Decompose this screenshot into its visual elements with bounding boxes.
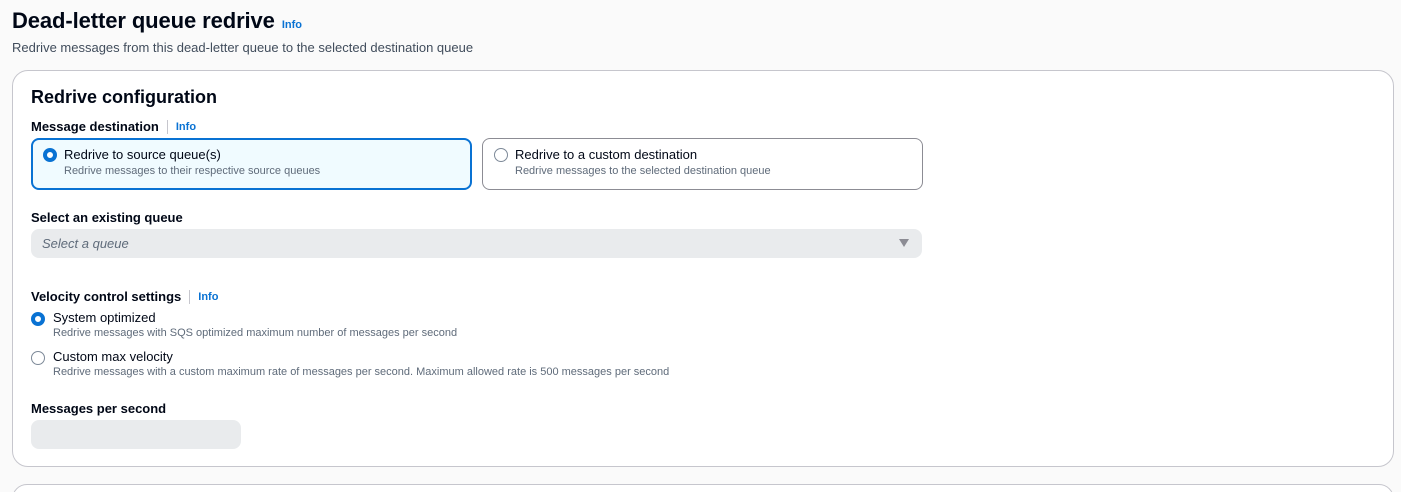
velocity-option-description: Redrive messages with SQS optimized maxi… [53,327,458,339]
radio-button-unchecked[interactable] [31,351,45,365]
label-divider [166,119,168,134]
redrive-configuration-panel: Redrive configuration Message destinatio… [12,70,1394,467]
velocity-option-title: System optimized [53,310,156,325]
velocity-option-description: Redrive messages with a custom maximum r… [53,366,670,378]
radio-button-checked[interactable] [31,312,45,326]
radio-button-checked[interactable] [43,148,57,162]
messages-per-second-input[interactable] [31,420,241,449]
message-destination-label-text: Message destination [31,119,159,134]
next-panel [12,484,1394,492]
page-description: Redrive messages from this dead-letter q… [12,40,474,55]
message-destination-info-link[interactable]: Info [176,121,196,133]
page-header: Dead-letter queue redrive Info Redrive m… [12,8,473,55]
velocity-control-info-link[interactable]: Info [198,291,218,303]
caret-down-icon [899,239,909,247]
select-existing-queue-label: Select an existing queue [31,210,183,225]
destination-tile-title: Redrive to a custom destination [515,147,698,162]
page-title-row: Dead-letter queue redrive Info [12,8,473,34]
radio-button-unchecked[interactable] [494,148,508,162]
destination-tile-source-queues[interactable]: Redrive to source queue(s) Redrive messa… [31,138,472,190]
destination-tile-title: Redrive to source queue(s) [64,147,221,162]
section-title: Redrive configuration [31,87,218,107]
velocity-control-label: Velocity control settings Info [31,289,218,304]
label-divider [189,289,191,304]
velocity-control-label-text: Velocity control settings [31,289,182,304]
message-destination-label: Message destination Info [31,119,196,134]
destination-tile-description: Redrive messages to the selected destina… [515,165,771,177]
queue-select-placeholder: Select a queue [42,236,129,251]
messages-per-second-label: Messages per second [31,401,167,416]
destination-tile-description: Redrive messages to their respective sou… [64,165,321,177]
page-info-link[interactable]: Info [282,19,302,31]
destination-tile-custom-destination[interactable]: Redrive to a custom destination Redrive … [482,138,923,190]
velocity-option-title: Custom max velocity [53,349,173,364]
page-title: Dead-letter queue redrive [12,8,275,33]
queue-select-dropdown[interactable]: Select a queue [31,229,922,258]
